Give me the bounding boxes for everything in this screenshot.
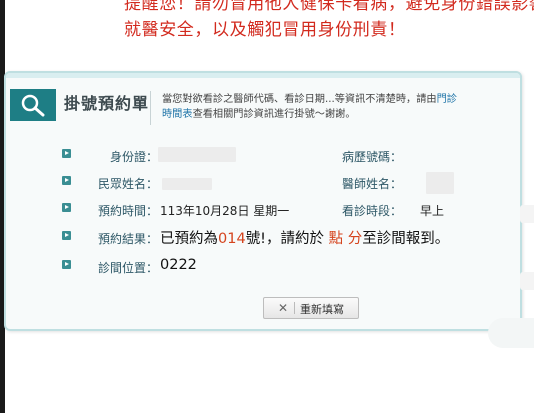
notice-pre: 當您對欲看診之醫師代碼、看診日期...等資訊不清楚時，請由 [162, 94, 437, 105]
bullet-icon [62, 176, 71, 185]
appointment-card: 掛號預約單 當您對欲看診之醫師代碼、看診日期...等資訊不清楚時，請由門診時間表… [4, 71, 522, 331]
clinic-schedule-link-part2[interactable]: 時間表 [162, 109, 193, 120]
warning-line-2: 就醫安全，以及觸犯冒用身份刑責！ [124, 20, 406, 40]
result-label: 預約結果： [97, 232, 158, 246]
bullet-icon [62, 149, 71, 158]
session-value: 早上 [420, 204, 445, 218]
clinic-schedule-link-part1[interactable]: 門診 [437, 94, 457, 105]
side-scroll-up[interactable] [520, 205, 534, 223]
reset-button-label: 重新填寫 [300, 303, 344, 316]
result-mid: 號!，請約於 [245, 231, 324, 247]
patient-name-redacted [162, 178, 212, 190]
magnifier-icon [21, 94, 45, 117]
clinic-room-label: 診間位置： [97, 261, 158, 275]
warning-line-1: 提醒您！請勿冒用他人健保卡看病，避免身份錯誤影響 [124, 0, 534, 14]
card-title: 掛號預約單 [64, 94, 150, 113]
report-minute: 分 [347, 231, 363, 247]
patient-name-label: 民眾姓名： [97, 177, 158, 191]
title-divider [150, 91, 151, 125]
notice-post: 查看相關門診資訊進行掛號～謝謝。 [192, 109, 356, 120]
result-post: 至診間報到。 [362, 231, 450, 247]
bullet-icon [62, 260, 71, 269]
side-scroll-down[interactable] [520, 272, 534, 290]
record-number-label: 病歷號碼： [341, 150, 402, 164]
reset-button[interactable]: ✕ 重新填寫 [263, 297, 359, 319]
appointment-time-label: 預約時間： [97, 204, 158, 218]
clinic-room-value: 0222 [160, 257, 197, 273]
appointment-time-value: 113年10月28日 星期一 [160, 204, 290, 218]
result-message: 已預約為014號!，請約於 點 分至診間報到。 [160, 227, 449, 248]
report-hour: 點 [328, 231, 344, 247]
id-label: 身份證： [109, 150, 158, 164]
button-divider [294, 302, 295, 314]
queue-number: 014 [218, 231, 246, 247]
warning-message: 提醒您！請勿冒用他人健保卡看病，避免身份錯誤影響 就醫安全，以及觸犯冒用身份刑責… [124, 0, 534, 43]
result-pre: 已預約為 [160, 231, 218, 247]
close-icon: ✕ [278, 301, 289, 315]
id-value-redacted [158, 147, 236, 162]
bullet-icon [62, 203, 71, 212]
card-top-bar [6, 73, 520, 78]
bullet-icon [62, 231, 71, 240]
side-decoration [488, 318, 534, 348]
notice-text: 當您對欲看診之醫師代碼、看診日期...等資訊不清楚時，請由門診時間表查看相關門診… [162, 92, 502, 122]
doctor-name-redacted [426, 172, 454, 194]
search-badge [10, 89, 56, 121]
session-label: 看診時段： [341, 204, 402, 218]
doctor-name-label: 醫師姓名： [341, 177, 402, 191]
